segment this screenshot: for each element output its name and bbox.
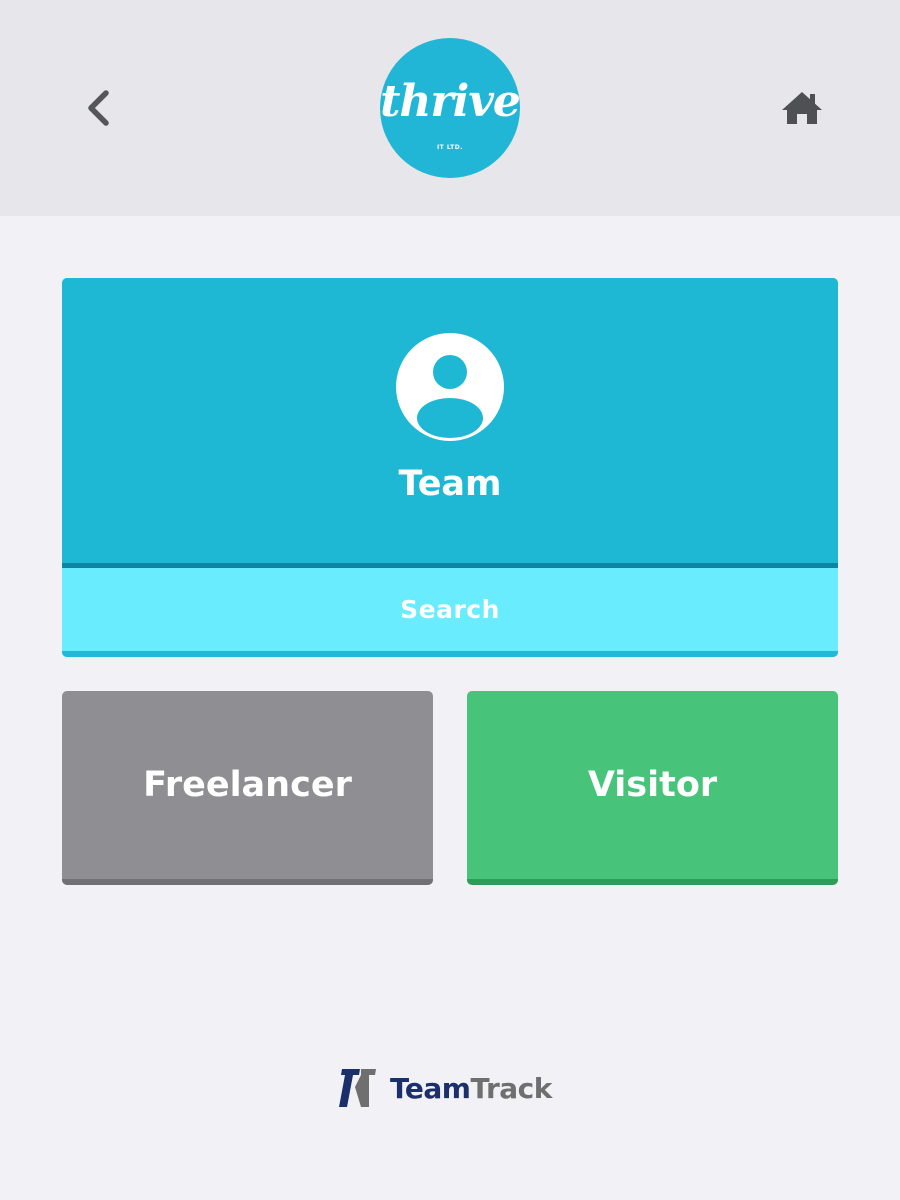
chevron-left-icon xyxy=(88,90,109,126)
teamtrack-logo: TeamTrack xyxy=(338,1068,568,1108)
teamtrack-mark-icon xyxy=(339,1069,376,1107)
back-button[interactable] xyxy=(72,80,124,136)
home-button[interactable] xyxy=(772,80,832,136)
user-avatar-icon xyxy=(396,333,504,441)
brand-track-text: Track xyxy=(470,1071,552,1105)
freelancer-label: Freelancer xyxy=(143,765,352,805)
thrive-logo: thrive IT LTD. xyxy=(380,38,520,178)
top-bar: thrive IT LTD. xyxy=(0,0,900,216)
home-icon xyxy=(782,92,822,124)
search-button[interactable]: Search xyxy=(62,568,838,657)
team-label: Team xyxy=(398,464,502,504)
search-label: Search xyxy=(400,595,500,624)
logo-subtitle: IT LTD. xyxy=(436,144,464,151)
visitor-button[interactable]: Visitor xyxy=(467,691,838,885)
brand-team-text: Team xyxy=(390,1071,471,1105)
visitor-label: Visitor xyxy=(587,765,718,805)
logo-wordmark: thrive xyxy=(380,76,520,127)
freelancer-button[interactable]: Freelancer xyxy=(62,691,433,885)
team-card[interactable]: Team Search xyxy=(62,278,838,657)
team-card-body[interactable]: Team xyxy=(62,278,838,563)
